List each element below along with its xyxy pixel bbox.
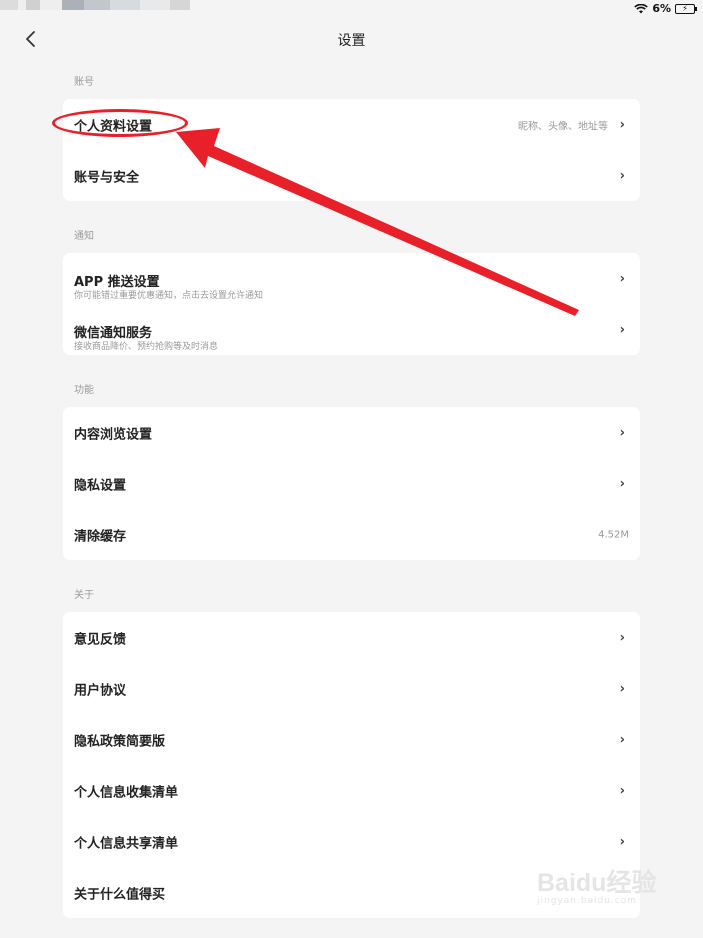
row-hint: 昵称、头像、地址等 — [518, 121, 608, 132]
chevron-right-icon: › — [619, 322, 625, 337]
chevron-right-icon: › — [619, 117, 625, 132]
annotation-ellipse — [52, 109, 188, 137]
chevron-right-icon: › — [619, 834, 625, 849]
row-subtitle: 接收商品降价、预约抢购等及时消息 — [74, 342, 219, 352]
row-label: 用户协议 — [74, 683, 127, 698]
row-user-agreement[interactable]: 用户协议 › — [63, 663, 640, 714]
nav-bar: 设置 — [0, 20, 703, 60]
row-info-collection[interactable]: 个人信息收集清单 › — [63, 765, 640, 816]
row-label: 个人信息共享清单 — [74, 836, 179, 851]
status-indicators: 6% ⚡ — [634, 2, 697, 15]
chevron-right-icon: › — [619, 425, 625, 440]
row-clear-cache[interactable]: 清除缓存 4.52M — [63, 509, 640, 560]
row-info-sharing[interactable]: 个人信息共享清单 › — [63, 816, 640, 867]
page-title: 设置 — [337, 33, 366, 49]
battery-percent: 6% — [652, 2, 671, 15]
row-app-push[interactable]: APP 推送设置 你可能错过重要优惠通知，点击去设置允许通知 › — [63, 253, 640, 304]
row-label: 内容浏览设置 — [74, 427, 153, 442]
row-label: 隐私设置 — [74, 478, 127, 493]
row-label: 关于什么值得买 — [74, 887, 166, 902]
chevron-right-icon: › — [619, 476, 625, 491]
wifi-icon — [634, 3, 649, 13]
blurred-status-left — [0, 0, 190, 10]
row-label: 意见反馈 — [74, 632, 127, 647]
chevron-right-icon: › — [619, 681, 625, 696]
section-label-about: 关于 — [74, 590, 94, 601]
chevron-right-icon: › — [619, 271, 625, 286]
row-privacy-brief[interactable]: 隐私政策简要版 › — [63, 714, 640, 765]
watermark-brand: Baidu经验 — [537, 869, 657, 897]
cache-size: 4.52M — [598, 529, 629, 540]
chevron-right-icon: › — [619, 168, 625, 183]
row-wechat-notify[interactable]: 微信通知服务 接收商品降价、预约抢购等及时消息 › — [63, 304, 640, 355]
row-browse-settings[interactable]: 内容浏览设置 › — [63, 407, 640, 458]
status-bar: 6% ⚡ — [0, 0, 703, 20]
section-label-notify: 通知 — [74, 231, 94, 242]
row-subtitle: 你可能错过重要优惠通知，点击去设置允许通知 — [74, 291, 264, 301]
row-label: 隐私政策简要版 — [74, 734, 166, 749]
row-label: 账号与安全 — [74, 170, 140, 185]
row-privacy-settings[interactable]: 隐私设置 › — [63, 458, 640, 509]
chevron-right-icon: › — [619, 732, 625, 747]
baidu-jingyan-watermark: Baidu经验 jingyan.baidu.com — [537, 863, 656, 906]
row-account-security[interactable]: 账号与安全 › — [63, 150, 640, 201]
chevron-right-icon: › — [619, 783, 625, 798]
row-label: 清除缓存 — [74, 529, 127, 544]
notify-card: APP 推送设置 你可能错过重要优惠通知，点击去设置允许通知 › 微信通知服务 … — [63, 253, 640, 355]
chevron-right-icon: › — [619, 630, 625, 645]
features-card: 内容浏览设置 › 隐私设置 › 清除缓存 4.52M — [63, 407, 640, 560]
section-label-account: 账号 — [74, 77, 94, 88]
section-label-features: 功能 — [74, 385, 94, 396]
row-feedback[interactable]: 意见反馈 › — [63, 612, 640, 663]
row-label: 个人信息收集清单 — [74, 785, 179, 800]
battery-charging-icon: ⚡ — [675, 3, 697, 14]
